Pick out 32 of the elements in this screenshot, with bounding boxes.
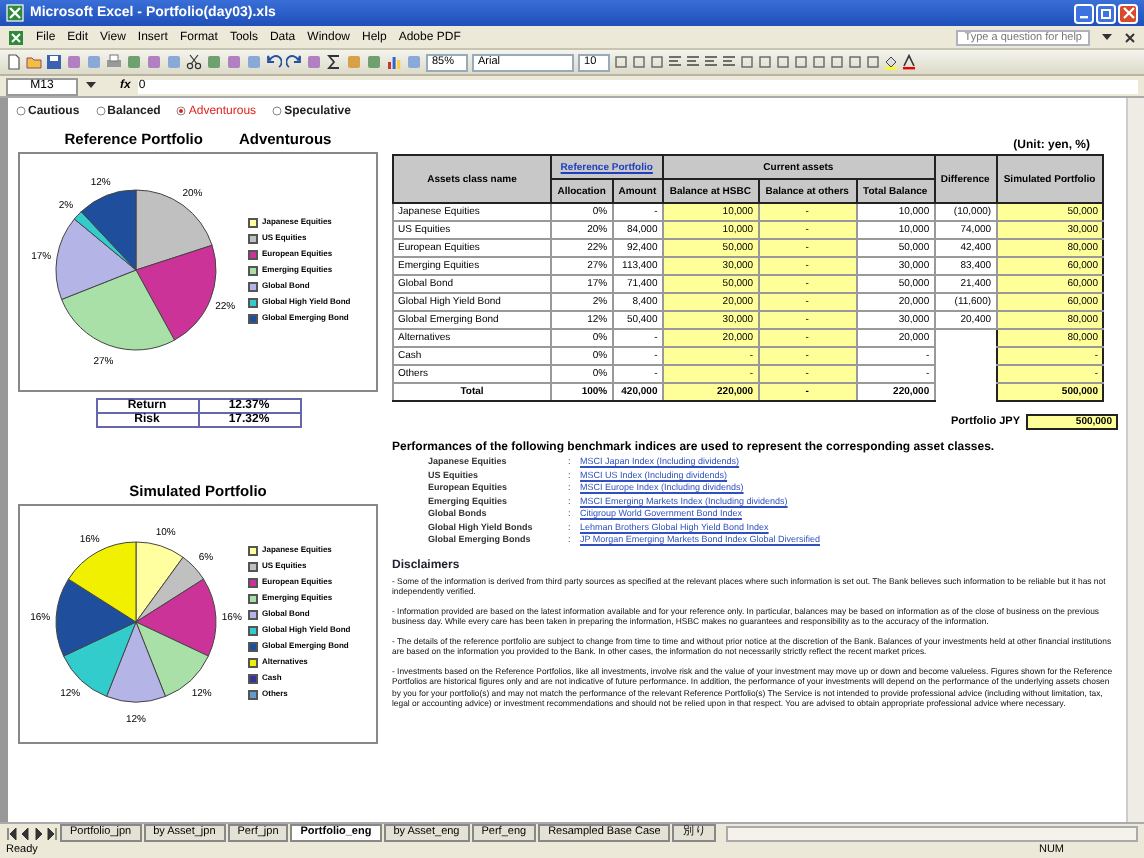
radio-circle-icon: [16, 106, 26, 116]
caret-icon[interactable]: [86, 82, 96, 90]
restore-icon: [1099, 6, 1113, 20]
close-button[interactable]: [1118, 3, 1138, 23]
restore-button[interactable]: [1096, 3, 1116, 23]
left-icon[interactable]: [668, 54, 683, 70]
print-icon[interactable]: [106, 54, 122, 70]
right-icon[interactable]: [704, 54, 719, 70]
save-icon[interactable]: [46, 54, 62, 70]
caret-icon[interactable]: [1102, 33, 1112, 41]
close-icon: [1121, 6, 1135, 20]
horizontal-scrollbar[interactable]: [726, 825, 1138, 841]
radio-circle-icon: [176, 106, 187, 116]
tab-navigation-icon[interactable]: [6, 827, 58, 839]
new-icon[interactable]: [6, 54, 22, 70]
fill-icon[interactable]: [884, 54, 899, 70]
undo-icon[interactable]: [266, 54, 282, 70]
sum-icon[interactable]: [326, 54, 342, 70]
radio-circle-icon: [272, 106, 283, 116]
vertical-scrollbar[interactable]: [1126, 98, 1144, 822]
fontcolor-icon[interactable]: [902, 54, 917, 70]
redo-icon[interactable]: [286, 54, 302, 70]
close-icon[interactable]: [1124, 31, 1136, 43]
merge-icon[interactable]: [722, 54, 737, 70]
spreadsheet-icon: [6, 4, 24, 22]
cut-icon[interactable]: [186, 54, 202, 70]
center-icon[interactable]: [686, 54, 701, 70]
spreadsheet-icon[interactable]: [8, 29, 24, 45]
radio-circle-icon: [95, 106, 106, 116]
minimize-button[interactable]: [1074, 3, 1094, 23]
open-icon[interactable]: [26, 54, 42, 70]
chart-icon[interactable]: [386, 54, 402, 70]
